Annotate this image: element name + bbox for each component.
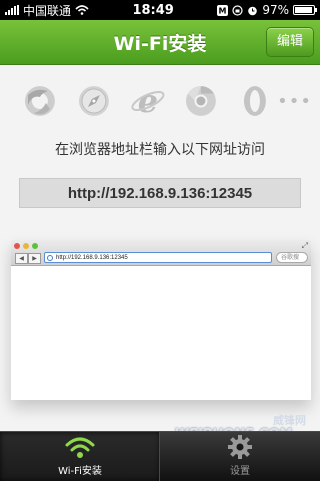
wifi-icon bbox=[65, 437, 95, 458]
clock: 18:49 bbox=[132, 2, 174, 18]
navigation-bar: Wi-Fi安装 编辑 bbox=[0, 20, 320, 65]
lock-rotation-icon bbox=[232, 4, 243, 16]
browser-illustration: ⤢ ◀ ▶ http://192.168.9.136:12345 谷歌搜 bbox=[11, 240, 311, 400]
wifi-address-display: http://192.168.9.136:12345 bbox=[19, 178, 301, 208]
close-dot-icon bbox=[14, 243, 20, 249]
globe-icon bbox=[47, 254, 53, 261]
svg-text:e: e bbox=[137, 83, 157, 119]
browser-address-text: http://192.168.9.136:12345 bbox=[56, 254, 128, 261]
browser-search-field: 谷歌搜 bbox=[276, 252, 308, 263]
browser-icons-row: e ••• bbox=[22, 82, 312, 120]
signal-icon bbox=[5, 5, 19, 15]
status-bar: 中国联通 18:49 M 97% bbox=[0, 0, 320, 20]
browser-address-bar: http://192.168.9.136:12345 bbox=[44, 252, 272, 263]
firefox-icon bbox=[24, 86, 55, 116]
opera-icon bbox=[244, 86, 267, 116]
back-arrow-icon: ◀ bbox=[15, 253, 28, 264]
tab-settings[interactable]: 设置 bbox=[160, 432, 320, 481]
tab-wifi-install[interactable]: Wi-Fi安装 bbox=[0, 432, 160, 481]
carrier-label: 中国联通 bbox=[23, 3, 72, 18]
gear-icon bbox=[228, 435, 252, 459]
ie-icon: e bbox=[131, 83, 165, 119]
wifi-signal-icon bbox=[75, 5, 89, 15]
tab-label: 设置 bbox=[230, 466, 250, 477]
watermark-cn: 威锋网 bbox=[273, 414, 306, 427]
edit-button[interactable]: 编辑 bbox=[265, 27, 314, 57]
page-title: Wi-Fi安装 bbox=[113, 32, 207, 55]
more-icon[interactable]: ••• bbox=[277, 91, 312, 112]
battery-icon bbox=[292, 5, 317, 15]
safari-icon bbox=[78, 86, 109, 116]
m-badge-icon: M bbox=[217, 4, 229, 16]
resize-icon: ⤢ bbox=[301, 241, 308, 250]
window-controls bbox=[14, 243, 38, 249]
forward-arrow-icon: ▶ bbox=[28, 253, 41, 264]
svg-text:M: M bbox=[219, 6, 227, 15]
browser-toolbar: ⤢ ◀ ▶ http://192.168.9.136:12345 谷歌搜 bbox=[11, 240, 311, 266]
tab-label: Wi-Fi安装 bbox=[58, 466, 102, 477]
tab-bar: Wi-Fi安装 设置 bbox=[0, 431, 320, 481]
browser-nav-buttons: ◀ ▶ bbox=[15, 253, 41, 264]
zoom-dot-icon bbox=[32, 243, 38, 249]
chrome-icon bbox=[186, 86, 217, 116]
minimize-dot-icon bbox=[23, 243, 29, 249]
instruction-text: 在浏览器地址栏输入以下网址访问 bbox=[55, 142, 265, 158]
alarm-icon bbox=[248, 6, 258, 15]
battery-percent: 97% bbox=[262, 3, 289, 17]
